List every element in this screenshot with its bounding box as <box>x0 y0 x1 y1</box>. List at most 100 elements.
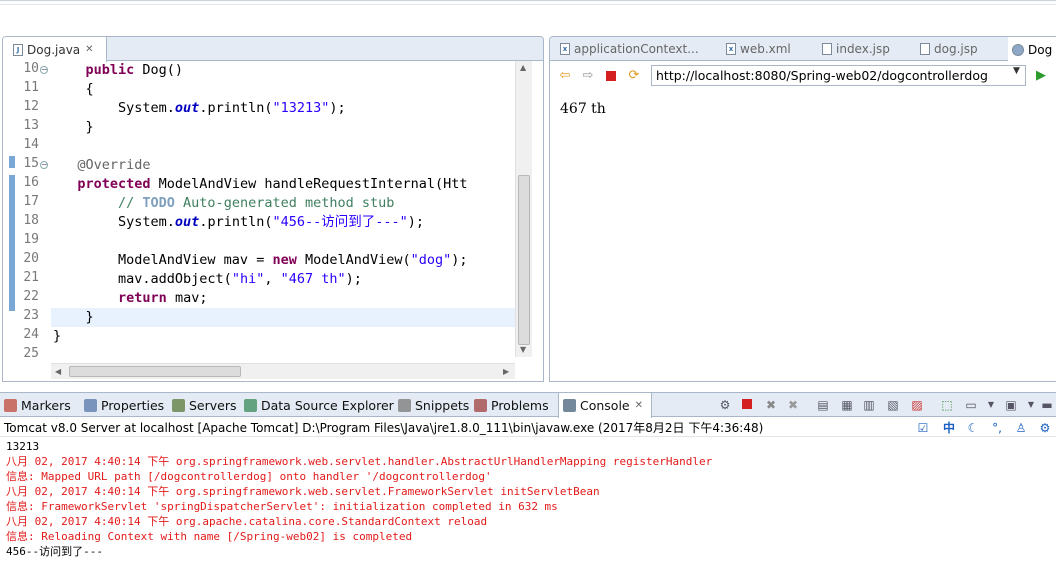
code-token: "dog" <box>410 252 452 268</box>
tab-dog[interactable]: Dog <box>1008 37 1056 62</box>
back-icon[interactable]: ⇦ <box>558 69 572 83</box>
tab-web-xml[interactable]: x web.xml <box>722 37 812 61</box>
tab-label: Dog <box>1028 42 1053 57</box>
code-token: mav.addObject( <box>53 271 232 287</box>
console-line: 信息: Reloading Context with name [/Spring… <box>6 530 413 543</box>
terminate-icon[interactable] <box>740 398 754 412</box>
java-file-icon: J <box>13 43 23 56</box>
fold-toggle-icon[interactable]: − <box>40 66 48 74</box>
open-console-icon[interactable]: ▣ <box>1004 398 1018 412</box>
display-console-dropdown-icon[interactable]: ▼ <box>984 398 998 412</box>
code-token: mav; <box>174 290 208 306</box>
properties-icon <box>84 398 97 412</box>
tab-label: index.jsp <box>836 42 890 56</box>
java-editor-pane: J Dog.java ✕ 10− public Dog() 11 {12 Syst… <box>2 36 544 382</box>
editor-vertical-scrollbar[interactable]: ▲ ▼ <box>515 61 532 357</box>
code-token: out <box>174 100 200 116</box>
tab-snippets[interactable]: Snippets <box>398 393 469 417</box>
code-token: ); <box>345 271 362 287</box>
forward-icon[interactable]: ⇨ <box>581 69 595 83</box>
remove-all-icon[interactable]: ✖ <box>786 398 800 412</box>
line-number: 10 <box>23 61 39 76</box>
line-number: 22 <box>23 289 39 304</box>
top-toolbar-strip <box>0 0 1056 36</box>
code-token: out <box>174 214 200 230</box>
close-icon[interactable]: ✕ <box>85 44 93 55</box>
scroll-thumb[interactable] <box>518 175 530 345</box>
display-console-icon[interactable]: ▭ <box>964 398 978 412</box>
tab-markers[interactable]: Markers <box>4 393 71 417</box>
code-token: TODO <box>142 195 175 211</box>
scroll-right-icon[interactable]: ▶ <box>503 367 509 376</box>
code-token: System. <box>53 214 175 230</box>
tab-dog-java[interactable]: J Dog.java ✕ <box>3 37 107 62</box>
tab-index-jsp[interactable]: index.jsp <box>818 37 910 61</box>
ime-chinese-icon[interactable]: 中 <box>942 421 956 435</box>
code-area[interactable]: 10− public Dog() 11 {12 System.out.printl… <box>3 61 515 357</box>
code-token: public <box>53 62 143 78</box>
code-token: ); <box>329 100 346 116</box>
bottom-tab-bar: ⚙ ✖ ✖ ▤ ▦ ▥ ▧ ▨ ⬚ ▭ ▼ ▣ ▼ ▬ Markers Prope… <box>0 393 1056 418</box>
snippets-icon <box>398 398 411 412</box>
current-line-highlight <box>51 308 515 327</box>
tab-applicationcontext-[interactable]: x applicationContext... <box>556 37 716 61</box>
overview-ruler <box>7 61 15 357</box>
line-number: 13 <box>23 118 39 133</box>
ime-mode-icon[interactable]: ☑ <box>916 421 930 435</box>
remove-launch-icon[interactable]: ✖ <box>764 398 778 412</box>
code-token: } <box>53 309 94 325</box>
ime-settings-icon[interactable]: ⚙ <box>1038 421 1052 435</box>
tab-problems[interactable]: Problems <box>474 393 549 417</box>
url-dropdown-icon[interactable]: ▼ <box>1013 66 1020 76</box>
console-line: 信息: FrameworkServlet 'springDispatcherSe… <box>6 500 558 513</box>
editor-horizontal-scrollbar[interactable]: ◀ ▶ <box>51 363 515 379</box>
scroll-left-icon[interactable]: ◀ <box>55 367 61 376</box>
scroll-down-icon[interactable]: ▼ <box>520 345 526 354</box>
tab-dog-jsp[interactable]: dog.jsp <box>916 37 1002 61</box>
pin-console-icon[interactable]: ⬚ <box>940 398 954 412</box>
line-number: 12 <box>23 99 39 114</box>
tab-console[interactable]: Console ✕ <box>558 393 652 418</box>
url-input[interactable]: http://localhost:8080/Spring-web02/dogco… <box>651 65 1026 86</box>
go-icon[interactable]: ▶ <box>1034 69 1048 83</box>
tab-label: dog.jsp <box>934 42 978 56</box>
pin-icon[interactable]: ⚙ <box>718 398 732 412</box>
console-line: 456--访问到了--- <box>6 545 103 558</box>
tab-properties[interactable]: Properties <box>84 393 164 417</box>
clear-console-icon[interactable]: ▤ <box>816 398 830 412</box>
close-icon[interactable]: ✕ <box>635 400 643 411</box>
code-token: { <box>53 81 94 97</box>
tab-servers[interactable]: Servers <box>172 393 237 417</box>
refresh-icon[interactable]: ⟳ <box>627 69 641 83</box>
scroll-lock-icon[interactable]: ▦ <box>840 398 854 412</box>
scroll-up-icon[interactable]: ▲ <box>520 63 526 72</box>
code-token: System. <box>53 100 175 116</box>
line-number: 17 <box>23 194 39 209</box>
code-line: @Override <box>53 156 150 175</box>
code-line: System.out.println("456--访问到了---"); <box>53 213 424 232</box>
show-on-error-icon[interactable]: ▨ <box>910 398 924 412</box>
code-line: protected ModelAndView handleRequestInte… <box>53 175 467 194</box>
ime-punct-icon[interactable]: °, <box>990 421 1004 435</box>
code-token: } <box>53 119 94 135</box>
ime-moon-icon[interactable]: ☾ <box>966 421 980 435</box>
tab-data-source-explorer[interactable]: Data Source Explorer <box>244 393 394 417</box>
code-line: public Dog() <box>53 61 184 80</box>
console-line: 八月 02, 2017 4:40:14 下午 org.springframewo… <box>6 485 600 498</box>
word-wrap-icon[interactable]: ▥ <box>862 398 876 412</box>
stop-icon[interactable] <box>604 69 618 83</box>
tab-label: Markers <box>21 397 71 413</box>
minimize-icon[interactable]: ▬ <box>1040 398 1054 412</box>
show-on-output-icon[interactable]: ▧ <box>886 398 900 412</box>
tab-label: web.xml <box>740 42 791 56</box>
code-token: ModelAndView mav = <box>53 252 273 268</box>
scroll-thumb[interactable] <box>69 366 241 377</box>
markers-icon <box>4 398 17 412</box>
ime-user-icon[interactable]: ♙ <box>1014 421 1028 435</box>
fold-toggle-icon[interactable]: − <box>40 161 48 169</box>
code-token: ); <box>407 214 425 230</box>
code-token: return <box>118 290 175 306</box>
xml-file-icon: x <box>726 43 736 55</box>
code-token: .println( <box>199 214 273 230</box>
open-console-dropdown-icon[interactable]: ▼ <box>1024 398 1038 412</box>
